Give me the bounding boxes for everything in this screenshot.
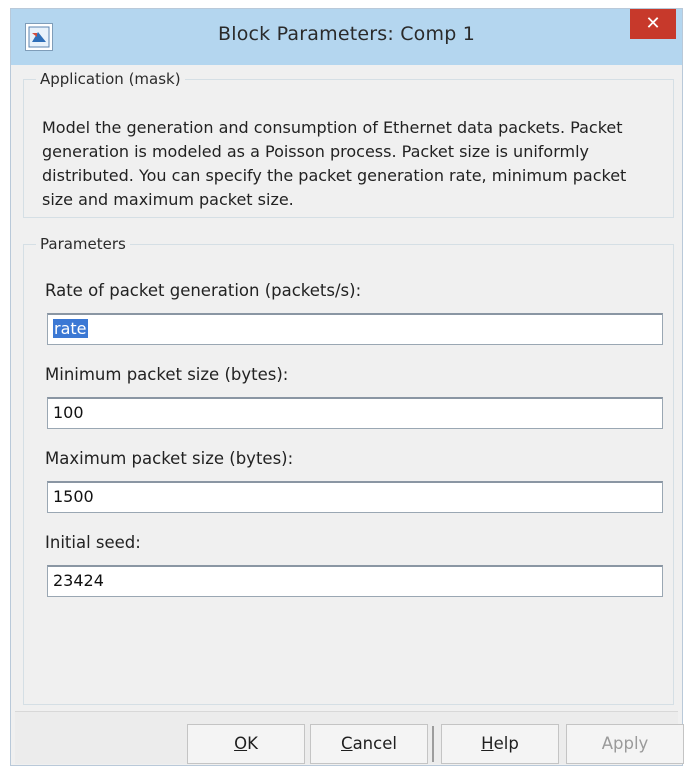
button-separator xyxy=(432,726,434,762)
close-icon: ✕ xyxy=(645,13,661,34)
application-mask-legend: Application (mask) xyxy=(40,70,181,88)
min-size-label: Minimum packet size (bytes): xyxy=(45,365,289,384)
ok-button[interactable]: OK xyxy=(187,724,305,764)
application-mask-group: Application (mask) Model the generation … xyxy=(23,70,674,218)
parameters-group: Parameters xyxy=(23,235,674,705)
help-button[interactable]: Help xyxy=(441,724,559,764)
dialog-body: Application (mask) Model the generation … xyxy=(15,65,678,765)
parameters-legend: Parameters xyxy=(40,235,126,253)
min-size-input[interactable]: 100 xyxy=(47,397,663,429)
block-parameters-dialog: Block Parameters: Comp 1 ✕ Application (… xyxy=(10,8,684,766)
apply-button[interactable]: Apply xyxy=(566,724,684,764)
max-size-input[interactable]: 1500 xyxy=(47,481,663,513)
cancel-button[interactable]: Cancel xyxy=(310,724,428,764)
max-size-label: Maximum packet size (bytes): xyxy=(45,449,294,468)
mask-description: Model the generation and consumption of … xyxy=(42,118,627,209)
rate-label: Rate of packet generation (packets/s): xyxy=(45,281,362,300)
initial-seed-input[interactable]: 23424 xyxy=(47,565,663,597)
initial-seed-label: Initial seed: xyxy=(45,533,141,552)
rate-value: rate xyxy=(53,319,88,338)
button-bar: OK Cancel Help Apply xyxy=(15,711,684,764)
close-button[interactable]: ✕ xyxy=(630,9,676,39)
title-bar[interactable]: Block Parameters: Comp 1 ✕ xyxy=(11,9,682,65)
window-title: Block Parameters: Comp 1 xyxy=(217,23,475,45)
rate-input[interactable]: rate xyxy=(47,313,663,345)
